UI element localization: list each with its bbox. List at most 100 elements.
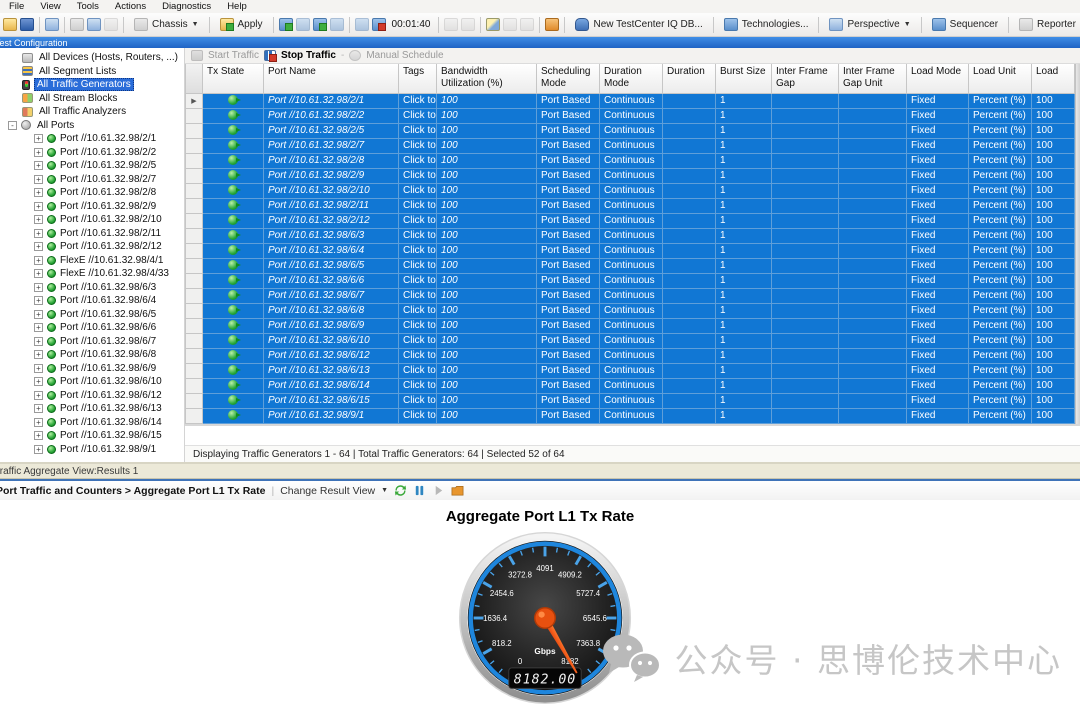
cell-tags[interactable]: Click to ad... (399, 333, 437, 348)
table-row[interactable]: Port //10.61.32.98/6/7Click to ad...100P… (186, 288, 1075, 303)
cell-tags[interactable]: Click to ad... (399, 138, 437, 153)
manual-schedule-button[interactable]: Manual Schedule (366, 50, 443, 61)
cell-tags[interactable]: Click to ad... (399, 258, 437, 273)
cell-tags[interactable]: Click to ad... (399, 198, 437, 213)
paste-icon[interactable] (104, 18, 118, 31)
column-header-load-mode[interactable]: Load Mode (907, 64, 969, 93)
copy-icon[interactable] (87, 18, 101, 31)
collapse-expander-icon[interactable]: - (8, 121, 17, 130)
expand-icon[interactable]: + (34, 337, 43, 346)
expand-icon[interactable]: + (34, 310, 43, 319)
column-header-load-unit[interactable]: Load Unit (969, 64, 1032, 93)
cell-tags[interactable]: Click to ad... (399, 123, 437, 138)
column-header-port-name[interactable]: Port Name (264, 64, 399, 93)
expand-icon[interactable]: + (34, 161, 43, 170)
table-vertical-scrollbar[interactable] (1075, 64, 1080, 424)
cell-tags[interactable]: Click to ad... (399, 288, 437, 303)
sidebar-item-all-devices-hosts-routers-[interactable]: All Devices (Hosts, Routers, ...) (0, 51, 184, 65)
expand-icon[interactable]: + (34, 229, 43, 238)
table-row[interactable]: Port //10.61.32.98/6/4Click to ad...100P… (186, 243, 1075, 258)
column-header-duration[interactable]: Duration (663, 64, 716, 93)
table-row[interactable]: Port //10.61.32.98/6/8Click to ad...100P… (186, 303, 1075, 318)
menu-item-help[interactable]: Help (220, 1, 254, 12)
expand-icon[interactable]: + (34, 283, 43, 292)
row-handle[interactable] (186, 228, 203, 243)
sidebar-port-item[interactable]: +Port //10.61.32.98/2/8 (0, 186, 184, 200)
table-row[interactable]: Port //10.61.32.98/6/6Click to ad...100P… (186, 273, 1075, 288)
reporter-button[interactable]: Reporter (1014, 16, 1080, 33)
table-scroll-area[interactable] (185, 424, 1080, 446)
pause-icon[interactable] (413, 484, 426, 497)
apply-button[interactable]: Apply (215, 16, 268, 33)
connect-ports-icon[interactable] (279, 18, 293, 31)
row-handle[interactable] (186, 348, 203, 363)
disconnect-ports-icon[interactable] (296, 18, 310, 31)
release-config-icon[interactable] (545, 18, 559, 31)
row-handle[interactable] (186, 168, 203, 183)
sidebar-item-all-ports[interactable]: -All Ports (0, 119, 184, 133)
table-row[interactable]: Port //10.61.32.98/2/9Click to ad...100P… (186, 168, 1075, 183)
menu-item-diagnostics[interactable]: Diagnostics (155, 1, 218, 12)
stop-traffic-toolbar-icon[interactable] (372, 18, 386, 31)
column-header-scheduling-mode[interactable]: Scheduling Mode (537, 64, 600, 93)
expand-icon[interactable]: + (34, 256, 43, 265)
expand-icon[interactable]: + (34, 377, 43, 386)
stop-capture-icon[interactable] (461, 18, 475, 31)
row-handle[interactable] (186, 258, 203, 273)
row-handle[interactable] (186, 288, 203, 303)
row-handle[interactable] (186, 153, 203, 168)
stop-traffic-button[interactable]: Stop Traffic (281, 50, 336, 61)
table-row[interactable]: Port //10.61.32.98/2/8Click to ad...100P… (186, 153, 1075, 168)
row-handle[interactable] (186, 198, 203, 213)
cell-tags[interactable]: Click to ad... (399, 153, 437, 168)
column-header-tags[interactable]: Tags (399, 64, 437, 93)
expand-icon[interactable]: + (34, 350, 43, 359)
sidebar-item-all-segment-lists[interactable]: All Segment Lists (0, 65, 184, 79)
table-row[interactable]: Port //10.61.32.98/2/11Click to ad...100… (186, 198, 1075, 213)
cell-tags[interactable]: Click to ad... (399, 228, 437, 243)
sidebar-port-item[interactable]: +Port //10.61.32.98/6/7 (0, 335, 184, 349)
sidebar-item-all-stream-blocks[interactable]: All Stream Blocks (0, 92, 184, 106)
start-traffic-toolbar-icon[interactable] (355, 18, 369, 31)
row-handle[interactable] (186, 108, 203, 123)
sidebar-port-item[interactable]: +Port //10.61.32.98/2/2 (0, 146, 184, 160)
column-header-duration-mode[interactable]: Duration Mode (600, 64, 663, 93)
expand-icon[interactable]: + (34, 269, 43, 278)
expand-icon[interactable]: + (34, 202, 43, 211)
sidebar-port-item[interactable]: +Port //10.61.32.98/2/10 (0, 213, 184, 227)
perspective-button[interactable]: Perspective ▼ (824, 16, 915, 33)
sidebar-port-item[interactable]: +Port //10.61.32.98/6/10 (0, 375, 184, 389)
change-result-view-button[interactable]: Change Result View (280, 485, 375, 497)
table-row[interactable]: Port //10.61.32.98/9/1Click to ad...100P… (186, 408, 1075, 423)
chassis-button[interactable]: Chassis ▼ (129, 16, 204, 33)
table-row[interactable]: Port //10.61.32.98/2/5Click to ad...100P… (186, 123, 1075, 138)
menu-item-tools[interactable]: Tools (70, 1, 106, 12)
sidebar-port-item[interactable]: +Port //10.61.32.98/6/6 (0, 321, 184, 335)
row-handle[interactable] (186, 183, 203, 198)
start-capture-icon[interactable] (444, 18, 458, 31)
cell-tags[interactable]: Click to ad... (399, 393, 437, 408)
expand-icon[interactable]: + (34, 323, 43, 332)
row-handle[interactable] (186, 273, 203, 288)
column-header-inter-frame-gap-unit[interactable]: Inter Frame Gap Unit (839, 64, 907, 93)
table-row[interactable]: Port //10.61.32.98/6/12Click to ad...100… (186, 348, 1075, 363)
column-header-burst-size[interactable]: Burst Size (716, 64, 772, 93)
sidebar-port-item[interactable]: +Port //10.61.32.98/6/5 (0, 308, 184, 322)
row-handle[interactable] (186, 123, 203, 138)
menu-item-view[interactable]: View (33, 1, 67, 12)
expand-icon[interactable]: + (34, 148, 43, 157)
release-ports-icon[interactable] (330, 18, 344, 31)
start-traffic-button[interactable]: Start Traffic (208, 50, 259, 61)
sidebar-item-all-traffic-analyzers[interactable]: All Traffic Analyzers (0, 105, 184, 119)
cell-tags[interactable]: Click to ad... (399, 183, 437, 198)
expand-icon[interactable]: + (34, 418, 43, 427)
cell-tags[interactable]: Click to ad... (399, 108, 437, 123)
menu-item-actions[interactable]: Actions (108, 1, 153, 12)
table-row[interactable]: Port //10.61.32.98/2/10Click to ad...100… (186, 183, 1075, 198)
technologies-button[interactable]: Technologies... (719, 16, 814, 33)
sidebar-port-item[interactable]: +Port //10.61.32.98/6/4 (0, 294, 184, 308)
table-row[interactable]: Port //10.61.32.98/2/2Click to ad...100P… (186, 108, 1075, 123)
menu-item-file[interactable]: File (2, 1, 31, 12)
sidebar-port-item[interactable]: +FlexE //10.61.32.98/4/33 (0, 267, 184, 281)
cell-tags[interactable]: Click to ad... (399, 363, 437, 378)
